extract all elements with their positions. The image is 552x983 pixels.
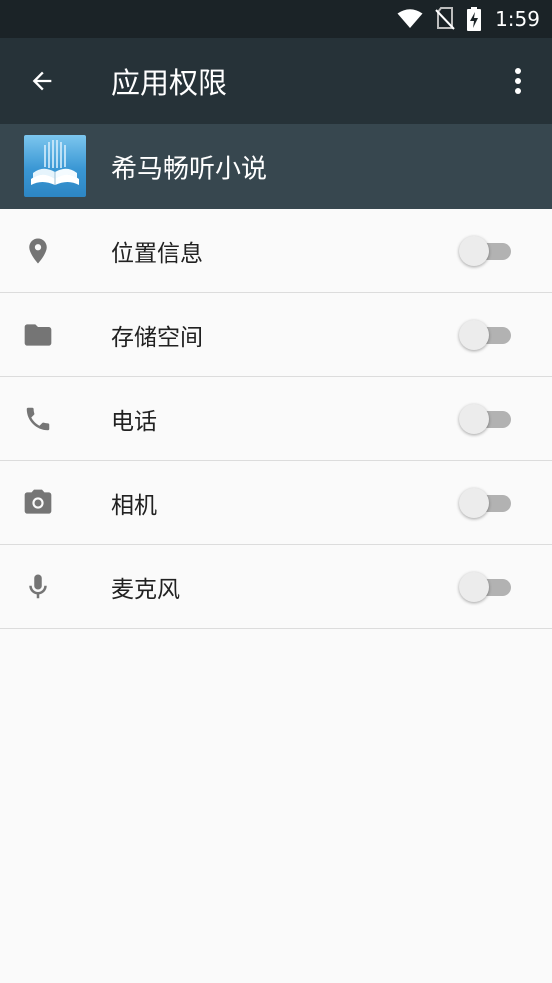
toggle-thumb <box>459 487 489 518</box>
no-sim-icon <box>435 7 455 30</box>
wifi-icon <box>397 9 423 28</box>
permission-label: 电话 <box>111 408 157 435</box>
status-bar: 1:59 <box>0 0 552 38</box>
permission-row-storage[interactable]: 存储空间 <box>0 293 552 377</box>
phone-icon <box>20 401 56 437</box>
toggle-thumb <box>459 235 489 266</box>
microphone-icon <box>20 569 56 605</box>
permission-label: 麦克风 <box>111 576 180 603</box>
status-time: 1:59 <box>495 7 540 31</box>
page-title: 应用权限 <box>111 66 228 100</box>
app-bar: 应用权限 <box>0 38 552 124</box>
permission-row-phone[interactable]: 电话 <box>0 377 552 461</box>
folder-icon <box>20 317 56 353</box>
camera-icon <box>20 485 56 521</box>
book-app-icon <box>24 135 86 197</box>
arrow-back-icon <box>32 71 52 91</box>
storage-toggle[interactable] <box>459 318 513 352</box>
permission-label: 位置信息 <box>111 240 203 267</box>
camera-toggle[interactable] <box>459 486 513 520</box>
back-button[interactable] <box>22 61 62 101</box>
location-pin-icon <box>20 233 56 269</box>
toggle-thumb <box>459 403 489 434</box>
app-header: 希马畅听小说 <box>0 124 552 209</box>
location-toggle[interactable] <box>459 234 513 268</box>
more-options-button[interactable] <box>500 61 536 101</box>
permission-row-camera[interactable]: 相机 <box>0 461 552 545</box>
toggle-thumb <box>459 571 489 602</box>
permission-row-microphone[interactable]: 麦克风 <box>0 545 552 629</box>
permission-list: 位置信息 存储空间 电话 相机 麦克风 <box>0 209 552 629</box>
phone-toggle[interactable] <box>459 402 513 436</box>
permission-label: 相机 <box>111 492 157 519</box>
toggle-thumb <box>459 319 489 350</box>
permission-row-location[interactable]: 位置信息 <box>0 209 552 293</box>
microphone-toggle[interactable] <box>459 570 513 604</box>
more-vert-icon <box>515 68 521 94</box>
app-name: 希马畅听小说 <box>111 154 268 184</box>
battery-charging-icon <box>467 7 482 31</box>
permission-label: 存储空间 <box>111 324 203 351</box>
